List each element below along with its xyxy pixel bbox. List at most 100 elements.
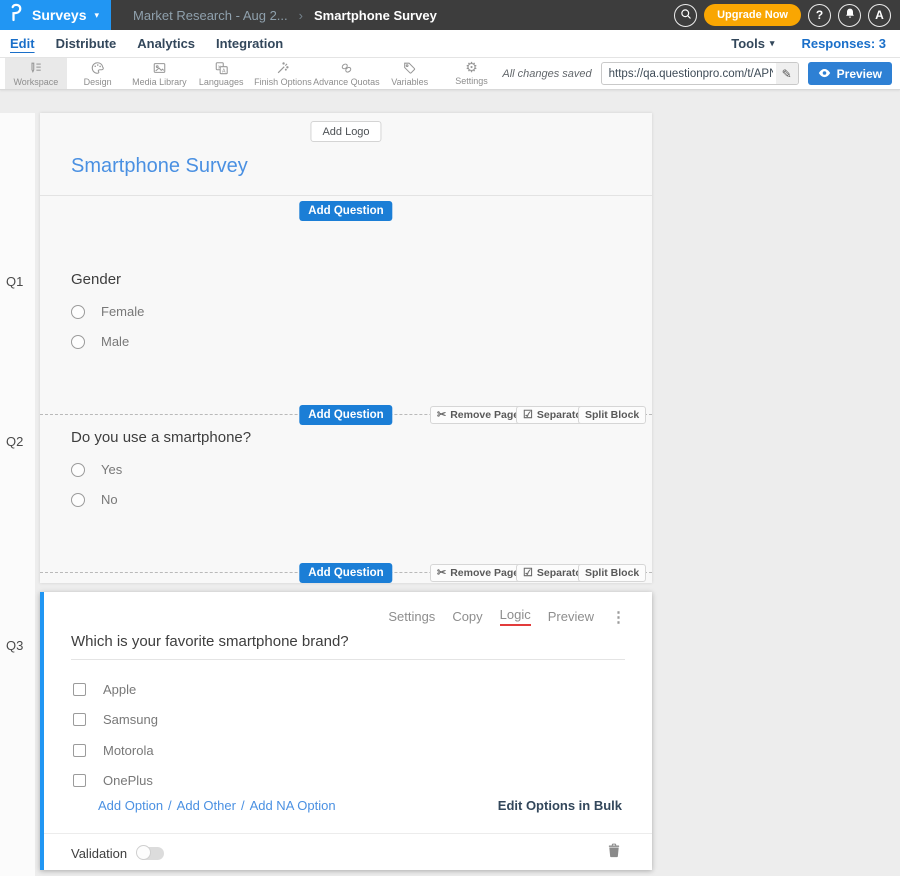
upgrade-now-button[interactable]: Upgrade Now [704, 4, 801, 26]
breadcrumb-folder[interactable]: Market Research - Aug 2... [133, 8, 288, 23]
answer-option-row: Motorola [73, 743, 154, 758]
checked-checkbox-icon: ☑ [523, 410, 533, 421]
toolbar-item-finish-options[interactable]: Finish Options [252, 58, 314, 89]
question-logic-link[interactable]: Logic [500, 607, 531, 626]
tab-integration[interactable]: Integration [216, 36, 283, 51]
checked-checkbox-icon: ☑ [523, 568, 533, 579]
divider [40, 195, 652, 196]
question-action-bar: Settings Copy Logic Preview ⋮ [388, 607, 626, 626]
survey-title[interactable]: Smartphone Survey [71, 155, 248, 178]
question-preview-link[interactable]: Preview [548, 609, 594, 624]
add-option-link[interactable]: Add Option [98, 798, 163, 813]
toolbar-item-label: Media Library [132, 77, 187, 87]
split-block-button[interactable]: Split Block [578, 406, 646, 424]
responses-count-link[interactable]: Responses: 3 [801, 36, 886, 51]
notifications-button[interactable] [838, 4, 861, 27]
top-bar: Surveys ▾ Market Research - Aug 2... › S… [0, 0, 900, 30]
validation-toggle[interactable] [137, 847, 164, 860]
trash-icon [608, 843, 620, 863]
option-label[interactable]: No [101, 492, 118, 507]
question-copy-link[interactable]: Copy [452, 609, 482, 624]
checkbox-motorola[interactable] [73, 744, 86, 757]
question-label-gutter [0, 113, 35, 876]
add-logo-button[interactable]: Add Logo [310, 121, 381, 142]
survey-url-box: ✎ [601, 62, 799, 85]
topbar-actions: Upgrade Now ? A [674, 4, 900, 27]
add-other-link[interactable]: Add Other [177, 798, 236, 813]
option-label[interactable]: Female [101, 304, 144, 319]
avatar[interactable]: A [868, 4, 891, 27]
add-question-button[interactable]: Add Question [299, 563, 392, 583]
radio-no[interactable] [71, 493, 85, 507]
search-icon [680, 8, 692, 23]
option-label[interactable]: Motorola [103, 743, 154, 758]
help-button[interactable]: ? [808, 4, 831, 27]
scissors-icon: ✂ [437, 410, 446, 421]
checkbox-samsung[interactable] [73, 713, 86, 726]
search-button[interactable] [674, 4, 697, 27]
toolbar-item-settings[interactable]: ⚙ Settings [441, 58, 503, 89]
option-label[interactable]: Samsung [103, 712, 158, 727]
tab-edit[interactable]: Edit [10, 36, 35, 51]
validation-label: Validation [71, 846, 127, 861]
answer-option-row: Female [71, 304, 144, 319]
surveys-menu[interactable]: Surveys ▾ [0, 0, 111, 30]
toolbar-item-label: Variables [391, 77, 428, 87]
gear-icon: ⚙ [465, 61, 478, 74]
chevron-down-icon: ▾ [770, 39, 775, 48]
option-label[interactable]: OnePlus [103, 773, 153, 788]
add-question-button[interactable]: Add Question [299, 201, 392, 221]
link-separator: / [241, 798, 245, 813]
toolbar-item-advance-quotas[interactable]: Advance Quotas [314, 58, 379, 89]
editor-canvas: Q1 Q2 Q3 Add Logo Smartphone Survey Add … [0, 90, 900, 876]
split-block-button[interactable]: Split Block [578, 564, 646, 582]
tab-distribute[interactable]: Distribute [56, 36, 117, 51]
question-text-q3[interactable]: Which is your favorite smartphone brand? [71, 633, 349, 650]
checkbox-apple[interactable] [73, 683, 86, 696]
image-icon [152, 61, 167, 75]
answer-option-row: Samsung [73, 712, 158, 727]
answer-option-row: Apple [73, 682, 136, 697]
preview-button[interactable]: Preview [808, 62, 892, 85]
toolbar-item-workspace[interactable]: Workspace [5, 58, 67, 89]
svg-text:A: A [222, 68, 226, 74]
option-label[interactable]: Apple [103, 682, 136, 697]
workspace-icon [28, 61, 43, 75]
toolbar-item-variables[interactable]: Variables [379, 58, 441, 89]
tab-analytics[interactable]: Analytics [137, 36, 195, 51]
toolbar-item-media-library[interactable]: Media Library [129, 58, 191, 89]
split-block-label: Split Block [585, 409, 639, 421]
edit-options-in-bulk-link[interactable]: Edit Options in Bulk [498, 798, 622, 813]
toolbar-item-design[interactable]: Design [67, 58, 129, 89]
option-label[interactable]: Yes [101, 462, 122, 477]
bell-icon [844, 7, 856, 23]
answer-option-row: Yes [71, 462, 122, 477]
palette-icon [90, 61, 105, 75]
breadcrumb-survey-name: Smartphone Survey [314, 8, 437, 23]
question-settings-link[interactable]: Settings [388, 609, 435, 624]
question-text-q1[interactable]: Gender [71, 271, 121, 288]
preview-button-label: Preview [837, 67, 882, 81]
delete-question-button[interactable] [608, 843, 620, 863]
question-number-q2: Q2 [6, 434, 23, 449]
add-na-option-link[interactable]: Add NA Option [250, 798, 336, 813]
radio-yes[interactable] [71, 463, 85, 477]
radio-female[interactable] [71, 305, 85, 319]
radio-male[interactable] [71, 335, 85, 349]
toolbar-item-label: Settings [455, 76, 488, 86]
edit-url-button[interactable]: ✎ [776, 63, 798, 84]
survey-url-input[interactable] [602, 68, 776, 80]
add-question-button[interactable]: Add Question [299, 405, 392, 425]
section-nav: Edit Distribute Analytics Integration To… [0, 30, 900, 58]
kebab-menu-icon[interactable]: ⋮ [611, 608, 626, 626]
questionpro-logo-icon [9, 3, 24, 27]
tools-menu[interactable]: Tools ▾ [731, 36, 774, 51]
option-label[interactable]: Male [101, 334, 129, 349]
pencil-icon: ✎ [782, 67, 792, 81]
toggle-knob [136, 845, 151, 860]
editor-toolbar: Workspace Design Media Library xA Langua… [0, 58, 900, 90]
question-text-q2[interactable]: Do you use a smartphone? [71, 429, 251, 446]
toolbar-item-label: Design [84, 77, 112, 87]
toolbar-item-languages[interactable]: xA Languages [190, 58, 252, 89]
checkbox-oneplus[interactable] [73, 774, 86, 787]
